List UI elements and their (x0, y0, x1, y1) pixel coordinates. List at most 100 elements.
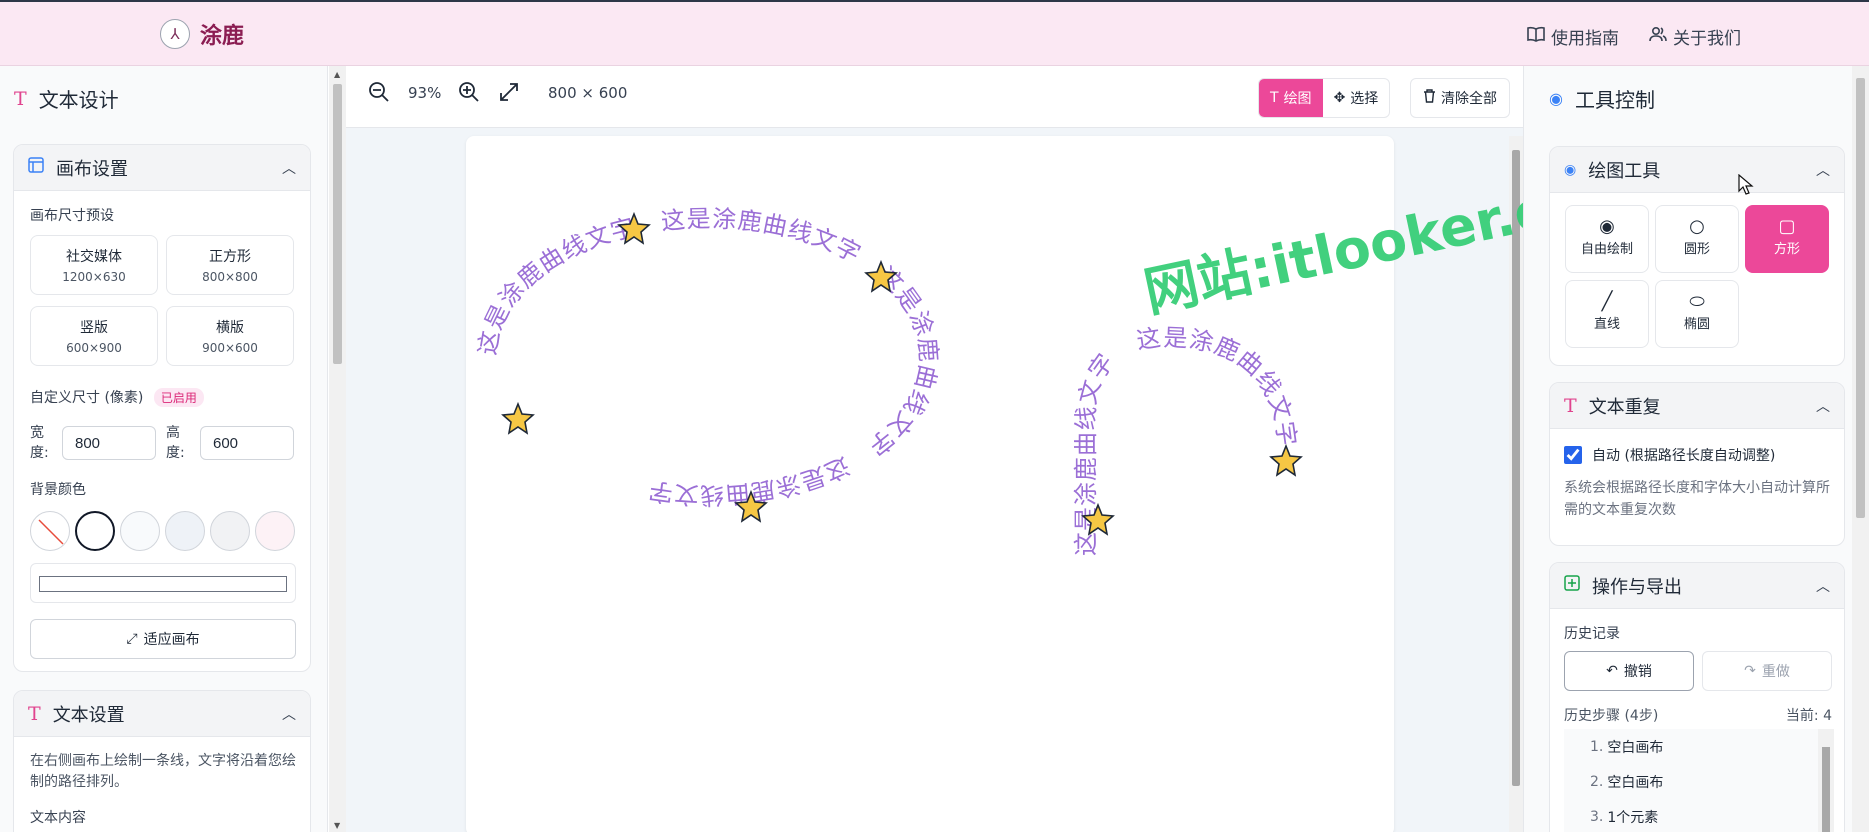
scroll-down-arrow[interactable]: ▼ (334, 821, 340, 830)
draw-tools-header[interactable]: ◉ 绘图工具 ︿ (1550, 147, 1844, 193)
tool-square[interactable]: ▢ 方形 (1745, 205, 1829, 273)
width-input[interactable] (62, 426, 156, 460)
swatch-gray-blue[interactable] (165, 511, 205, 551)
text-settings-header[interactable]: T 文本设置 ︿ (14, 691, 310, 737)
draw-mode-button[interactable]: T 绘图 (1259, 79, 1323, 117)
undo-icon: ↶ (1606, 663, 1618, 679)
text-repeat-header[interactable]: T 文本重复 ︿ (1550, 383, 1844, 429)
select-mode-label: 选择 (1350, 91, 1379, 107)
preset-square[interactable]: 正方形 800×800 (166, 235, 294, 295)
swatch-slate[interactable] (120, 511, 160, 551)
height-input[interactable] (200, 426, 294, 460)
tool-control-label: 工具控制 (1574, 88, 1655, 112)
text-repeat-title: 文本重复 (1588, 396, 1661, 418)
scroll-thumb[interactable] (333, 84, 342, 364)
plus-square-icon (1564, 575, 1580, 596)
preset-name: 横版 (216, 320, 244, 336)
text-icon: T (1564, 394, 1577, 417)
text-settings-card: T 文本设置 ︿ 在右侧画布上绘制一条线，文字将沿着您绘制的路径排列。 文本内容 (13, 690, 311, 832)
trash-icon (1423, 89, 1436, 107)
chevron-up-icon[interactable]: ︿ (1816, 160, 1830, 180)
tool-freehand[interactable]: ◉ 自由绘制 (1565, 205, 1649, 273)
swatch-transparent[interactable] (30, 511, 70, 551)
fit-canvas-button[interactable]: ⤢ 适应画布 (30, 619, 296, 659)
history-list: 1. 空白画布 2. 空白画布 3. 1个元素 (1564, 729, 1834, 832)
canvas-settings-title: 画布设置 (56, 158, 128, 180)
tool-label: 椭圆 (1683, 317, 1710, 332)
draw-mode-label: 绘图 (1283, 91, 1312, 107)
enabled-badge: 已启用 (153, 388, 204, 407)
color-swatches (30, 511, 300, 553)
history-item[interactable]: 2. 空白画布 (1564, 764, 1834, 799)
history-label-text: 空白画布 (1607, 774, 1664, 791)
move-icon: ✥ (1333, 90, 1346, 106)
app-header: ⅄ 涂鹿 使用指南 关于我们 (0, 0, 1869, 66)
brand-logo[interactable]: ⅄ 涂鹿 (160, 18, 244, 50)
preset-size: 900×600 (202, 341, 258, 355)
fullscreen-icon[interactable] (498, 81, 520, 107)
zoom-in-icon[interactable] (458, 81, 480, 107)
ops-export-title: 操作与导出 (1592, 576, 1682, 598)
left-scrollbar[interactable]: ▲ ▼ (329, 66, 346, 832)
canvas-toolbar: 93% 800 × 600 T 绘图 ✥ 选择 清除全部 (346, 66, 1523, 128)
canvas-settings-header[interactable]: 画布设置 ︿ (14, 145, 310, 191)
preset-social[interactable]: 社交媒体 1200×630 (30, 235, 158, 295)
text-content-label: 文本内容 (30, 810, 86, 826)
custom-size-text: 自定义尺寸 (像素) (30, 390, 144, 406)
canvas-size-label: 800 × 600 (548, 84, 628, 102)
logo-icon: ⅄ (160, 19, 190, 49)
height-label: 高度: (166, 425, 185, 461)
scroll-thumb[interactable] (1822, 747, 1830, 832)
history-steps-label: 历史步骤 (4步) (1564, 708, 1659, 724)
history-scrollbar[interactable] (1818, 729, 1834, 832)
redo-button[interactable]: ↷ 重做 (1702, 651, 1832, 691)
nav-guide-link[interactable]: 使用指南 (1527, 24, 1619, 49)
swatch-pink[interactable] (255, 511, 295, 551)
tool-ellipse[interactable]: ⬭ 椭圆 (1655, 280, 1739, 348)
auto-repeat-label: 自动 (根据路径长度自动调整) (1592, 448, 1776, 464)
eye-icon: ◉ (1599, 216, 1615, 237)
ops-export-card: 操作与导出 ︿ 历史记录 ↶ 撤销 ↷ 重做 历史步骤 (4步) 当前: 4 1… (1549, 562, 1845, 832)
mode-toggle: T 绘图 ✥ 选择 (1258, 78, 1391, 118)
tool-label: 方形 (1773, 242, 1800, 257)
ellipse-curve-text[interactable]: 这是涂鹿曲线文字 这是涂鹿曲线文字 这是涂鹿曲线文字 这是涂鹿曲线文字 (473, 205, 942, 509)
right-scrollbar[interactable] (1852, 66, 1869, 832)
scroll-up-arrow[interactable]: ▲ (334, 70, 340, 79)
swatch-white[interactable] (75, 511, 115, 551)
chevron-up-icon[interactable]: ︿ (1816, 576, 1830, 596)
auto-repeat-desc: 系统会根据路径长度和字体大小自动计算所需的文本重复次数 (1564, 480, 1830, 518)
color-picker[interactable] (30, 563, 296, 603)
history-item[interactable]: 3. 1个元素 (1564, 799, 1834, 832)
text-settings-hint: 在右侧画布上绘制一条线，文字将沿着您绘制的路径排列。 (30, 753, 296, 790)
scroll-thumb[interactable] (1856, 78, 1865, 518)
tool-circle[interactable]: ○ 圆形 (1655, 205, 1739, 273)
redo-icon: ↷ (1744, 663, 1756, 679)
undo-button[interactable]: ↶ 撤销 (1564, 651, 1694, 691)
nav-about-label: 关于我们 (1673, 29, 1741, 49)
history-item[interactable]: 1. 空白画布 (1564, 729, 1834, 764)
text-icon: T (1270, 90, 1279, 106)
zoom-out-icon[interactable] (368, 81, 390, 107)
preset-size: 600×900 (66, 341, 122, 355)
nav-about-link[interactable]: 关于我们 (1649, 24, 1741, 49)
tool-label: 圆形 (1683, 242, 1710, 257)
clear-all-button[interactable]: 清除全部 (1410, 78, 1510, 118)
auto-repeat-checkbox[interactable] (1564, 446, 1582, 464)
eye-icon: ◉ (1564, 161, 1577, 178)
chevron-up-icon[interactable]: ︿ (282, 158, 296, 178)
users-icon (1649, 26, 1667, 47)
preset-landscape[interactable]: 横版 900×600 (166, 306, 294, 366)
swatch-gray[interactable] (210, 511, 250, 551)
right-sidebar: ◉ 工具控制 ◉ 绘图工具 ︿ ◉ 自由绘制 ○ 圆形 ▢ 方形 ╱ 直线 ⬭ … (1523, 66, 1869, 832)
expand-icon: ⤢ (126, 631, 138, 647)
ops-export-header[interactable]: 操作与导出 ︿ (1550, 563, 1844, 609)
select-mode-button[interactable]: ✥ 选择 (1323, 79, 1390, 117)
ellipse-icon: ⬭ (1689, 291, 1705, 312)
tool-line[interactable]: ╱ 直线 (1565, 280, 1649, 348)
chevron-up-icon[interactable]: ︿ (1816, 396, 1830, 416)
preset-name: 竖版 (80, 320, 108, 336)
chevron-up-icon[interactable]: ︿ (282, 704, 296, 724)
canvas-settings-card: 画布设置 ︿ 画布尺寸预设 社交媒体 1200×630 正方形 800×800 … (13, 144, 311, 672)
presets-label: 画布尺寸预设 (30, 208, 114, 224)
preset-portrait[interactable]: 竖版 600×900 (30, 306, 158, 366)
